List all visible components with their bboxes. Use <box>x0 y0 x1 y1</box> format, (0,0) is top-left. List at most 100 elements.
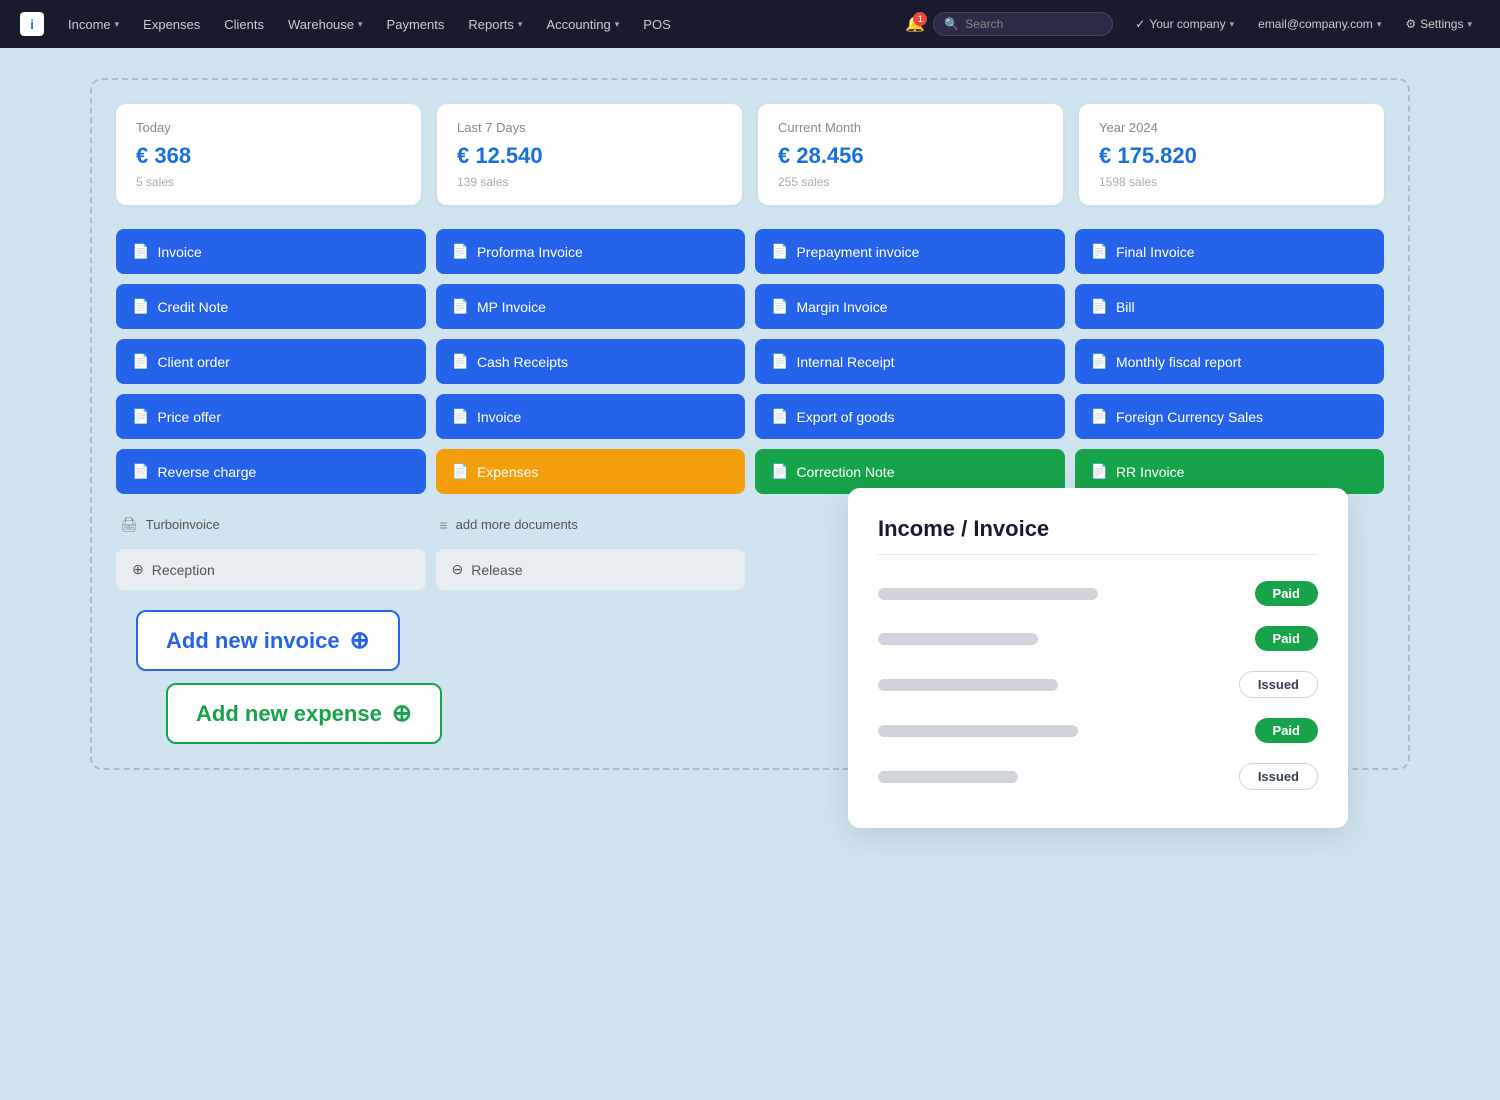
nav-item-expenses[interactable]: Expenses <box>133 11 210 38</box>
nav-item-reports[interactable]: Reports ▾ <box>458 11 532 38</box>
stat-label-year: Year 2024 <box>1099 120 1364 135</box>
document-icon: 📄 <box>132 408 149 425</box>
status-badge: Paid <box>1255 581 1318 606</box>
doc-btn-export-of-goods[interactable]: 📄Export of goods <box>755 394 1065 439</box>
document-icon: 📄 <box>132 463 149 480</box>
doc-btn-proforma-invoice[interactable]: 📄Proforma Invoice <box>436 229 746 274</box>
chevron-down-icon: ▾ <box>115 19 120 30</box>
stat-card-year: Year 2024 € 175.820 1598 sales <box>1079 104 1384 205</box>
add-new-expense-button[interactable]: Add new expense ⊕ <box>166 683 442 744</box>
user-email[interactable]: email@company.com ▾ <box>1250 13 1389 35</box>
document-icon: 📄 <box>452 353 469 370</box>
doc-btn-invoice[interactable]: 📄Invoice <box>116 229 426 274</box>
stat-sub-year: 1598 sales <box>1099 175 1364 189</box>
turboinvoice-item[interactable]: 🖨 Turboinvoice <box>116 510 426 539</box>
printer-icon: 🖨 <box>120 516 138 533</box>
status-badge: Issued <box>1239 671 1318 698</box>
nav-item-warehouse[interactable]: Warehouse ▾ <box>278 11 373 38</box>
doc-btn-mp-invoice[interactable]: 📄MP Invoice <box>436 284 746 329</box>
document-icon: 📄 <box>452 408 469 425</box>
navbar: i Income ▾ Expenses Clients Warehouse ▾ … <box>0 0 1500 48</box>
doc-btn-final-invoice[interactable]: 📄Final Invoice <box>1075 229 1385 274</box>
document-icon: 📄 <box>1091 463 1108 480</box>
doc-btn-foreign-currency-sales[interactable]: 📄Foreign Currency Sales <box>1075 394 1385 439</box>
document-icon: 📄 <box>1091 298 1108 315</box>
status-badge: Paid <box>1255 718 1318 743</box>
chevron-down-icon: ▾ <box>1467 19 1472 30</box>
gear-icon: ⚙ <box>1405 17 1416 31</box>
add-new-invoice-button[interactable]: Add new invoice ⊕ <box>136 610 400 671</box>
add-docs-icon: ≡ <box>440 517 448 533</box>
doc-btn-margin-invoice[interactable]: 📄Margin Invoice <box>755 284 1065 329</box>
stat-card-today: Today € 368 5 sales <box>116 104 421 205</box>
chevron-down-icon: ▾ <box>358 19 363 30</box>
doc-button-grid: 📄Invoice📄Proforma Invoice📄Prepayment inv… <box>116 229 1384 494</box>
chevron-down-icon: ▾ <box>1377 19 1382 30</box>
document-icon: 📄 <box>1091 243 1108 260</box>
stat-card-month: Current Month € 28.456 255 sales <box>758 104 1063 205</box>
chevron-down-icon: ▾ <box>1230 19 1235 30</box>
document-icon: 📄 <box>771 463 788 480</box>
invoice-row-bar <box>878 725 1078 737</box>
invoice-list-item: Paid <box>878 708 1318 753</box>
add-more-docs-item[interactable]: ≡ add more documents <box>436 510 746 539</box>
document-icon: 📄 <box>132 298 149 315</box>
invoice-panel-title: Income / Invoice <box>878 516 1318 555</box>
doc-btn-expenses[interactable]: 📄Expenses <box>436 449 746 494</box>
search-input[interactable] <box>965 17 1085 31</box>
search-box[interactable]: 🔍 <box>933 12 1113 36</box>
document-icon: 📄 <box>771 243 788 260</box>
doc-btn-invoice[interactable]: 📄Invoice <box>436 394 746 439</box>
invoice-row-bar <box>878 633 1038 645</box>
status-badge: Paid <box>1255 626 1318 651</box>
doc-btn-reverse-charge[interactable]: 📄Reverse charge <box>116 449 426 494</box>
nav-item-accounting[interactable]: Accounting ▾ <box>536 11 629 38</box>
plus-circle-icon: ⊕ <box>132 561 144 578</box>
document-icon: 📄 <box>132 353 149 370</box>
document-icon: 📄 <box>452 298 469 315</box>
nav-item-clients[interactable]: Clients <box>214 11 274 38</box>
doc-btn-client-order[interactable]: 📄Client order <box>116 339 426 384</box>
document-icon: 📄 <box>771 298 788 315</box>
stat-card-7days: Last 7 Days € 12.540 139 sales <box>437 104 742 205</box>
stat-value-month: € 28.456 <box>778 143 1043 169</box>
nav-item-income[interactable]: Income ▾ <box>58 11 129 38</box>
doc-btn-bill[interactable]: 📄Bill <box>1075 284 1385 329</box>
nav-item-pos[interactable]: POS <box>633 11 680 38</box>
stat-value-7days: € 12.540 <box>457 143 722 169</box>
document-icon: 📄 <box>1091 408 1108 425</box>
document-icon: 📄 <box>771 408 788 425</box>
invoice-list-item: Issued <box>878 753 1318 800</box>
doc-btn-credit-note[interactable]: 📄Credit Note <box>116 284 426 329</box>
invoice-row-bar <box>878 588 1098 600</box>
stat-label-7days: Last 7 Days <box>457 120 722 135</box>
main-content: Today € 368 5 sales Last 7 Days € 12.540… <box>0 48 1500 800</box>
doc-btn-price-offer[interactable]: 📄Price offer <box>116 394 426 439</box>
stat-label-month: Current Month <box>778 120 1043 135</box>
invoice-row-bar <box>878 679 1058 691</box>
stat-value-today: € 368 <box>136 143 401 169</box>
company-icon: ✓ <box>1135 17 1145 31</box>
invoice-list-item: Paid <box>878 571 1318 616</box>
document-icon: 📄 <box>1091 353 1108 370</box>
document-icon: 📄 <box>452 243 469 260</box>
notification-bell[interactable]: 🔔 1 <box>901 10 929 38</box>
company-selector[interactable]: ✓ Your company ▾ <box>1127 13 1242 35</box>
invoice-list-item: Issued <box>878 661 1318 708</box>
dashed-container: Today € 368 5 sales Last 7 Days € 12.540… <box>90 78 1410 770</box>
nav-right: ✓ Your company ▾ email@company.com ▾ ⚙ S… <box>1127 13 1480 35</box>
invoice-row-bar <box>878 771 1018 783</box>
doc-btn-prepayment-invoice[interactable]: 📄Prepayment invoice <box>755 229 1065 274</box>
plus-circle-icon: ⊕ <box>350 626 370 655</box>
doc-btn-cash-receipts[interactable]: 📄Cash Receipts <box>436 339 746 384</box>
invoice-list-item: Paid <box>878 616 1318 661</box>
doc-btn-internal-receipt[interactable]: 📄Internal Receipt <box>755 339 1065 384</box>
settings-link[interactable]: ⚙ Settings ▾ <box>1397 13 1480 35</box>
chevron-down-icon: ▾ <box>615 19 620 30</box>
doc-btn-monthly-fiscal-report[interactable]: 📄Monthly fiscal report <box>1075 339 1385 384</box>
document-icon: 📄 <box>452 463 469 480</box>
reception-button[interactable]: ⊕ Reception <box>116 549 426 590</box>
nav-item-payments[interactable]: Payments <box>377 11 455 38</box>
release-button[interactable]: ⊖ Release <box>436 549 746 590</box>
stat-sub-today: 5 sales <box>136 175 401 189</box>
